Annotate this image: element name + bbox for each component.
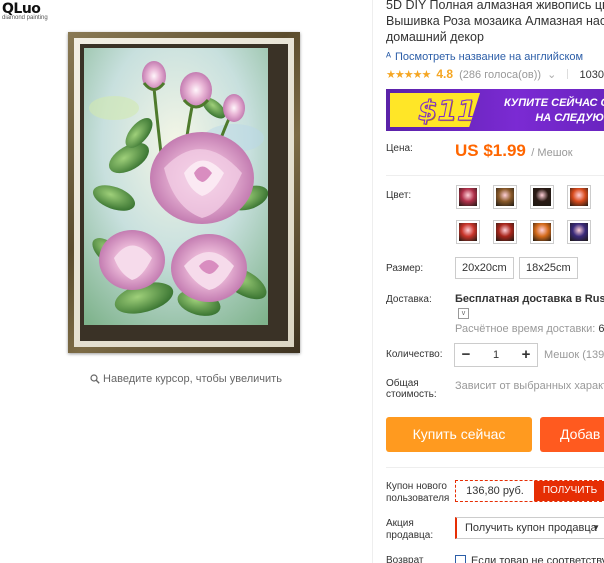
quantity-increase-button[interactable]: + [515, 344, 537, 366]
color-swatch-thumbnail [533, 188, 551, 206]
banner-price-badge: $11 [390, 93, 480, 127]
rose-painting-image [84, 48, 284, 337]
shipping-dropdown-icon[interactable]: v [458, 308, 469, 319]
color-swatch-thumbnail [496, 223, 514, 241]
brand-logo: QLuo diamond painting [2, 1, 48, 21]
rose-painting-svg [84, 48, 269, 325]
frame-bevel [74, 38, 294, 347]
price-unit: / Мешок [531, 147, 573, 159]
returns-info: Если товар не соответствует [455, 555, 604, 563]
color-swatch[interactable] [567, 185, 591, 209]
rating-row: ★★★★★ 4.8 (286 голоса(ов)) ⌄ 1030 зак [386, 67, 604, 81]
product-title-line: 5D DIY Полная алмазная живопись цв [386, 0, 604, 12]
promo-banner[interactable]: $11 КУПИТЕ СЕЙЧАС С НА СЛЕДУЮ [386, 89, 604, 131]
get-coupon-button[interactable]: ПОЛУЧИТЬ [534, 481, 604, 501]
add-to-cart-button[interactable]: Добав [540, 417, 604, 452]
size-option-20x20[interactable]: 20x20cm [455, 257, 514, 279]
quantity-stepper: − 1 + [454, 343, 538, 367]
seller-coupon-select-label: Получить купон продавца [465, 522, 597, 534]
color-swatch-thumbnail [496, 188, 514, 206]
reviews-link[interactable]: (286 голоса(ов)) [459, 69, 541, 81]
color-swatch-thumbnail [533, 223, 551, 241]
product-main-image[interactable] [68, 32, 300, 353]
banner-line: КУПИТЕ СЕЙЧАС С [504, 97, 604, 109]
chevron-down-icon: ▼ [592, 523, 600, 532]
new-user-coupon: 136,80 руб. ПОЛУЧИТЬ [455, 480, 604, 502]
zoom-hint: Наведите курсор, чтобы увеличить [0, 373, 372, 387]
price-label: Цена: [386, 143, 413, 154]
color-swatch-thumbnail [459, 223, 477, 241]
product-title-line: Вышивка Роза мозаика Алмазная нас [386, 14, 604, 28]
shipping-label: Доставка: [386, 294, 432, 305]
product-gallery: QLuo diamond painting Наведите курсор, ч… [0, 0, 372, 563]
banner-line: НА СЛЕДУЮ [535, 112, 604, 124]
color-swatch-thumbnail [570, 188, 588, 206]
delivery-time: Расчётное время доставки: 60 [455, 323, 604, 335]
delivery-time-label: Расчётное время доставки: [455, 323, 596, 335]
size-option-18x25[interactable]: 18x25cm [519, 257, 578, 279]
panel-divider [372, 0, 373, 563]
product-title: 5D DIY Полная алмазная живопись цв Вышив… [386, 0, 604, 45]
coupon-label-line: пользователя [386, 493, 450, 504]
color-swatch[interactable] [530, 185, 554, 209]
product-info: 5D DIY Полная алмазная живопись цв Вышив… [386, 0, 604, 563]
total-label-line: Общая [386, 378, 419, 389]
coupon-label-line: Купон нового [386, 481, 447, 492]
promo-label: Акция продавца: [386, 518, 433, 542]
quantity-input[interactable]: 1 [477, 344, 515, 366]
color-swatch[interactable] [456, 220, 480, 244]
chevron-down-icon[interactable]: ⌄ [547, 69, 556, 81]
shield-icon [455, 555, 466, 563]
banner-price: $11 [417, 94, 477, 128]
magnifier-icon [90, 374, 100, 387]
color-swatch[interactable] [530, 220, 554, 244]
color-swatch[interactable] [493, 185, 517, 209]
shipping-value[interactable]: Бесплатная доставка в Russia [455, 293, 604, 305]
returns-label: Возврат [386, 555, 424, 563]
product-title-line: домашний декор [386, 30, 484, 44]
color-label: Цвет: [386, 190, 412, 201]
translate-link-text: Посмотреть название на английском [394, 51, 584, 63]
coupon-value: 136,80 руб. [466, 485, 524, 497]
translate-icon: ᴬ [386, 51, 391, 63]
total-label: Общая стоимость: [386, 378, 437, 400]
translate-link[interactable]: ᴬ Посмотреть название на английском [386, 51, 604, 63]
quantity-label: Количество: [386, 349, 443, 360]
total-label-line: стоимость: [386, 389, 437, 400]
brand-tagline: diamond painting [2, 15, 48, 21]
seller-coupon-select[interactable]: Получить купон продавца ▼ [455, 517, 604, 539]
color-swatch-thumbnail [570, 223, 588, 241]
color-swatch[interactable] [493, 220, 517, 244]
stock-available: Мешок (1395 [544, 349, 604, 361]
divider-line [386, 467, 604, 468]
rating-value: 4.8 [436, 67, 454, 81]
separator [567, 69, 569, 79]
divider-line [386, 175, 604, 176]
total-value: Зависит от выбранных характер [455, 380, 604, 392]
zoom-hint-text: Наведите курсор, чтобы увеличить [103, 373, 282, 385]
rating-stars-icon: ★★★★★ [386, 69, 431, 81]
color-swatch[interactable] [456, 185, 480, 209]
size-label: Размер: [386, 263, 424, 274]
price-value: US $1.99 [455, 141, 526, 160]
orders-count: 1030 зак [579, 69, 604, 81]
quantity-decrease-button[interactable]: − [455, 344, 477, 366]
returns-text: Если товар не соответствует [471, 555, 604, 563]
price: US $1.99 / Мешок [455, 141, 573, 161]
delivery-time-value: 60 [598, 323, 604, 335]
color-swatch-thumbnail [459, 188, 477, 206]
coupon-label: Купон нового пользователя [386, 481, 449, 505]
frame-matte [80, 44, 288, 341]
banner-text: КУПИТЕ СЕЙЧАС С НА СЛЕДУЮ [504, 96, 604, 126]
buy-now-button[interactable]: Купить сейчас [386, 417, 532, 452]
color-swatch[interactable] [567, 220, 591, 244]
promo-label-line: продавца: [386, 530, 434, 541]
promo-label-line: Акция [386, 518, 414, 529]
